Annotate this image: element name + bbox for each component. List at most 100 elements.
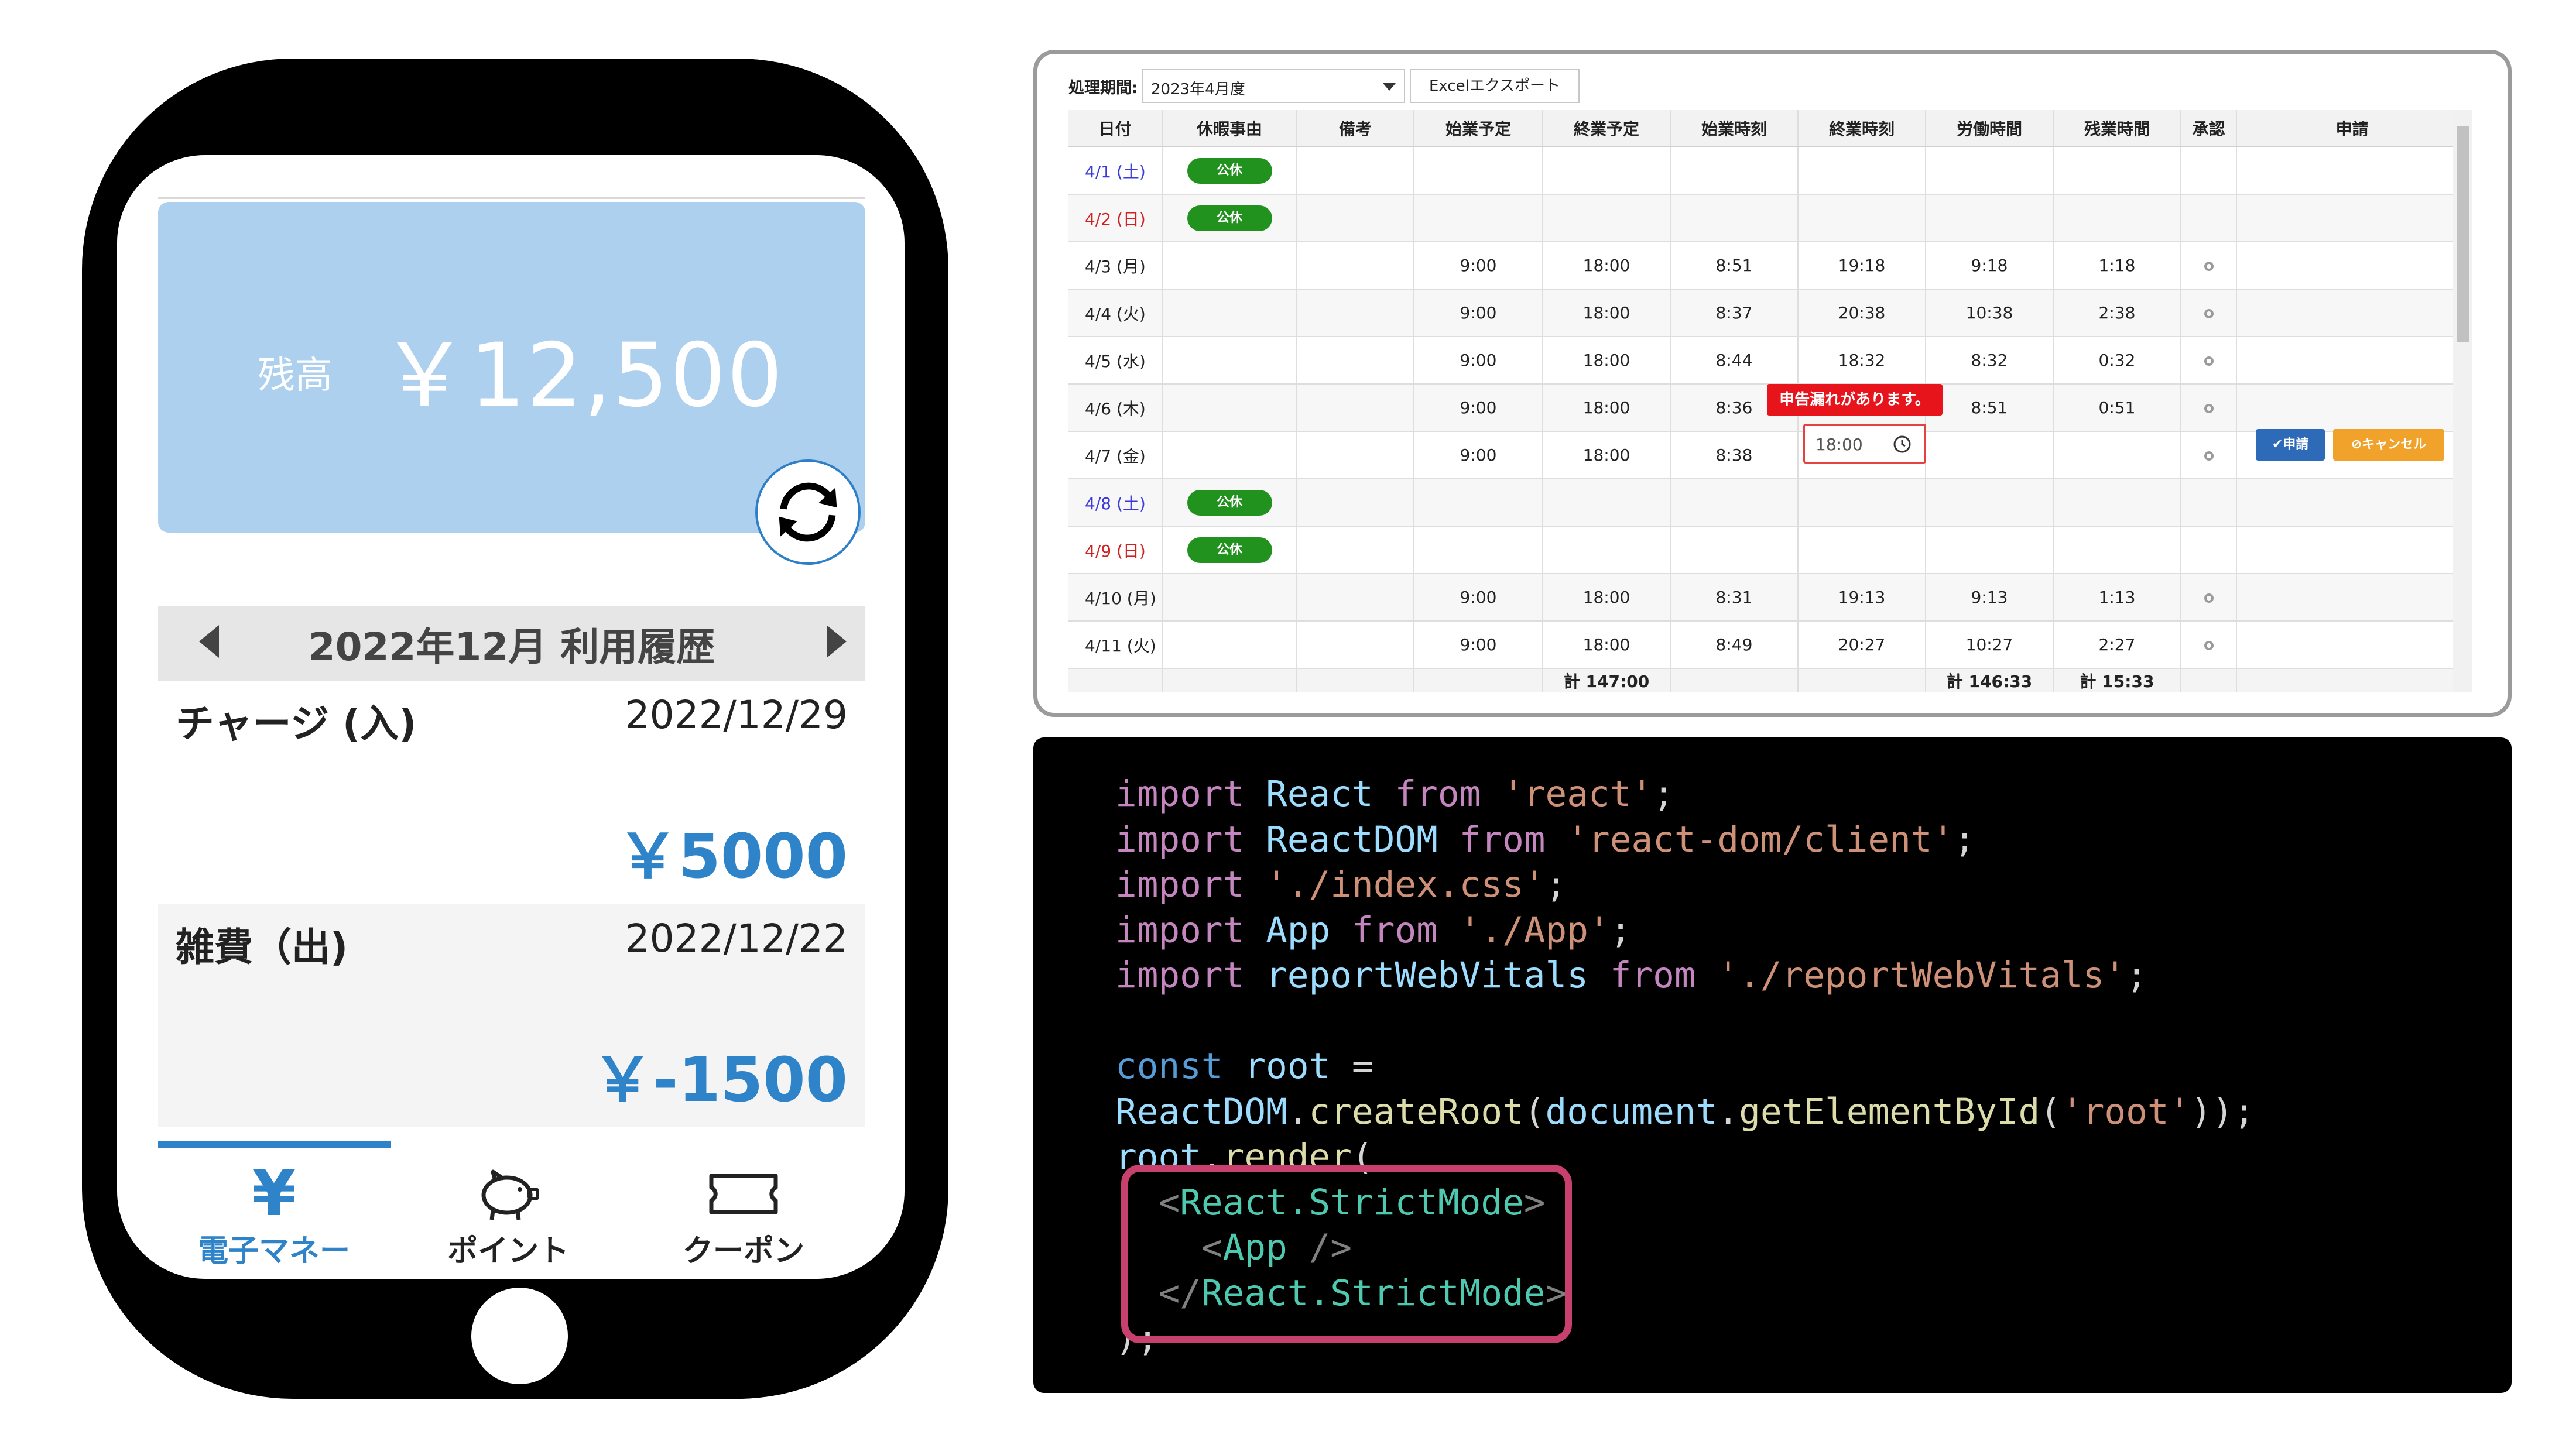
column-header: 備考: [1297, 110, 1414, 147]
transaction-item[interactable]: 雑費（出) 2022/12/22 ￥-1500: [158, 904, 865, 1127]
note-cell: [1297, 289, 1414, 337]
column-header: 始業予定: [1414, 110, 1543, 147]
approval-status-icon[interactable]: [2204, 404, 2214, 413]
approval-cell: [2181, 242, 2237, 290]
table-row[interactable]: 4/9 (日) 公休: [1068, 526, 2468, 574]
apply-button[interactable]: ✔申請: [2256, 429, 2325, 461]
cancel-button[interactable]: ⊘キャンセル: [2333, 429, 2444, 461]
table-header-row: 日付 休暇事由 備考 始業予定 終業予定 始業時刻 終業時刻 労働時間 残業時間 承認 申請: [1068, 110, 2468, 147]
screen-divider: [158, 197, 865, 199]
column-header: 日付: [1068, 110, 1163, 147]
total-cell: [1297, 668, 1414, 692]
home-button[interactable]: [471, 1288, 568, 1384]
next-month-arrow-icon[interactable]: [827, 625, 847, 658]
code-line: import './index.css';: [1115, 862, 2255, 908]
code-token: const: [1115, 1045, 1223, 1087]
table-row[interactable]: 4/2 (日) 公休: [1068, 194, 2468, 242]
overtime-cell: 2:27: [2053, 621, 2181, 669]
reason-cell: [1162, 242, 1297, 290]
code-token: from: [1352, 909, 1438, 951]
transaction-date: 2022/12/29: [625, 692, 848, 737]
period-select[interactable]: 2023年4月度: [1142, 69, 1405, 103]
excel-export-button[interactable]: Excelエクスポート: [1410, 69, 1580, 103]
total-cell: [2236, 668, 2468, 692]
tab-coupons[interactable]: クーポン: [626, 1162, 861, 1270]
transaction-amount: ￥5000: [617, 821, 848, 892]
approval-status-icon[interactable]: [2204, 451, 2214, 461]
total-cell: 計 15:33: [2053, 668, 2181, 692]
end-cell: [1798, 479, 1926, 527]
table-row[interactable]: 4/10 (月) 9:00 18:00 8:31 19:13 9:13 1:13: [1068, 574, 2468, 622]
month-title: 2022年12月 利用履歴: [308, 625, 715, 670]
table-row[interactable]: 4/4 (火) 9:00 18:00 8:37 20:38 10:38 2:38: [1068, 289, 2468, 337]
date-cell: 4/5 (水): [1068, 337, 1163, 385]
code-token: ;: [2126, 955, 2147, 996]
code-token: from: [1459, 818, 1546, 860]
table-row[interactable]: 4/11 (火) 9:00 18:00 8:49 20:27 10:27 2:27: [1068, 621, 2468, 669]
table-row[interactable]: 4/5 (水) 9:00 18:00 8:44 18:32 8:32 0:32: [1068, 337, 2468, 385]
work-cell: [1926, 479, 2054, 527]
code-token: import: [1115, 773, 1245, 815]
work-cell: [1926, 147, 2054, 195]
refresh-button[interactable]: [755, 459, 861, 565]
tab-e-money[interactable]: ¥ 電子マネー: [157, 1162, 391, 1270]
transaction-date: 2022/12/22: [625, 916, 848, 961]
refresh-icon: [779, 482, 837, 542]
note-cell: [1297, 384, 1414, 432]
code-token: .: [1287, 1090, 1309, 1133]
tab-label: クーポン: [682, 1234, 804, 1269]
end-cell: 18:32: [1798, 337, 1926, 385]
date-cell: 4/1 (土): [1068, 147, 1163, 195]
column-header: 終業時刻: [1798, 110, 1926, 147]
code-token: './index.css': [1244, 864, 1546, 905]
code-token: ;: [1609, 909, 1632, 951]
code-token: import: [1115, 909, 1245, 951]
start-plan-cell: [1414, 147, 1543, 195]
work-cell: 10:27: [1926, 621, 2054, 669]
code-token: ;: [1954, 818, 1976, 860]
apply-cell: [2236, 479, 2468, 527]
note-cell: [1297, 621, 1414, 669]
missing-report-warning: 申告漏れがあります。: [1767, 384, 1943, 416]
approval-status-icon[interactable]: [2204, 641, 2214, 650]
code-token: import: [1115, 955, 1245, 996]
approval-cell: [2181, 384, 2237, 432]
start-plan-cell: [1414, 479, 1543, 527]
transaction-item[interactable]: チャージ (入) 2022/12/29 ￥5000: [158, 681, 865, 903]
work-cell: 8:32: [1926, 337, 2054, 385]
apply-cell: [2236, 574, 2468, 622]
approval-status-icon[interactable]: [2204, 593, 2214, 603]
approval-status-icon[interactable]: [2204, 356, 2214, 366]
period-value: 2023年4月度: [1151, 81, 1245, 98]
scrollbar-thumb[interactable]: [2457, 126, 2469, 342]
end-time-input[interactable]: 18:00: [1803, 424, 1926, 464]
code-token: ));: [2190, 1090, 2255, 1133]
work-cell: 10:38: [1926, 289, 2054, 337]
approval-cell: [2181, 621, 2237, 669]
overtime-cell: [2053, 479, 2181, 527]
start-cell: [1670, 526, 1799, 574]
clock-icon[interactable]: [1893, 435, 1912, 454]
start-cell: 8:49: [1670, 621, 1799, 669]
reason-cell: [1162, 337, 1297, 385]
end-cell: [1798, 526, 1926, 574]
code-token: root: [1222, 1045, 1331, 1087]
code-token: from: [1395, 773, 1481, 815]
column-header: 休暇事由: [1162, 110, 1297, 147]
reason-cell: [1162, 574, 1297, 622]
strictmode-highlight-box: [1121, 1165, 1572, 1343]
code-token: import: [1115, 818, 1245, 860]
table-row[interactable]: 4/8 (土) 公休: [1068, 479, 2468, 527]
overtime-cell: [2053, 526, 2181, 574]
end-plan-cell: 18:00: [1543, 621, 1671, 669]
code-line: import React from 'react';: [1115, 771, 2255, 817]
start-plan-cell: [1414, 526, 1543, 574]
tab-points[interactable]: ポイント: [391, 1162, 625, 1270]
table-row[interactable]: 4/1 (土) 公休: [1068, 147, 2468, 195]
code-token: from: [1609, 955, 1696, 996]
approval-status-icon[interactable]: [2204, 309, 2214, 318]
table-row[interactable]: 4/3 (月) 9:00 18:00 8:51 19:18 9:18 1:18: [1068, 242, 2468, 290]
date-cell: 4/9 (日): [1068, 526, 1163, 574]
apply-cell: [2236, 147, 2468, 195]
approval-status-icon[interactable]: [2204, 262, 2214, 271]
